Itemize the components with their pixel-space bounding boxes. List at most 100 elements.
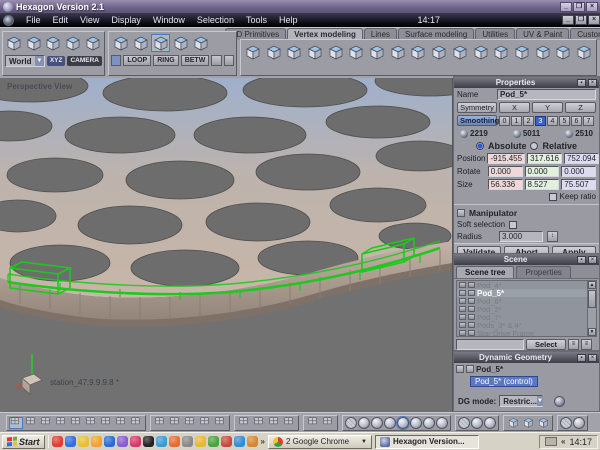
panel-collapse-icon[interactable]: ▪ — [577, 255, 586, 264]
pencil-icon[interactable] — [456, 365, 464, 373]
dg-sphere-icon[interactable] — [554, 395, 566, 407]
cube-tool-icon[interactable] — [264, 42, 284, 62]
scene-panel-header[interactable]: Scene ▪ × — [454, 254, 599, 265]
menu-display[interactable]: Display — [105, 15, 147, 25]
sphere-tool-icon[interactable] — [396, 415, 410, 430]
start-button[interactable]: Start — [2, 434, 45, 449]
smoothing-level-3[interactable]: 3 — [535, 115, 546, 126]
scroll-down-icon[interactable]: ▼ — [588, 328, 596, 336]
layout-tool-icon[interactable] — [54, 417, 68, 429]
sphere-tool-icon[interactable] — [560, 416, 572, 429]
visibility-icon[interactable] — [459, 314, 466, 320]
sphere-tool-icon[interactable] — [410, 416, 422, 429]
menu-edit[interactable]: Edit — [47, 15, 75, 25]
rotate-z-input[interactable]: 0.000 — [561, 166, 596, 177]
cube-tool-icon[interactable] — [151, 34, 170, 52]
sphere-tool-icon[interactable] — [573, 416, 585, 429]
quicklaunch-icon[interactable] — [181, 436, 193, 447]
hexagon-task-button[interactable]: Hexagon Version... — [374, 434, 479, 449]
layout-tool-icon[interactable] — [183, 417, 197, 429]
position-y-input[interactable]: 317.616 — [527, 153, 562, 164]
radius-stepper[interactable]: ↕ — [547, 231, 558, 242]
chevron-down-icon[interactable]: ▼ — [537, 396, 543, 406]
cube-tool-icon[interactable] — [429, 42, 449, 62]
quicklaunch-icon[interactable] — [246, 436, 258, 447]
cube-tool-icon[interactable] — [554, 42, 574, 62]
scroll-thumb[interactable] — [588, 290, 596, 308]
sphere-tool-icon[interactable] — [436, 416, 448, 429]
lock-icon[interactable] — [468, 314, 475, 320]
smoothing-level-1[interactable]: 1 — [511, 115, 522, 126]
cube-tool-icon[interactable] — [347, 42, 367, 62]
visibility-icon[interactable] — [459, 330, 466, 336]
symmetry-button[interactable]: Symmetry — [457, 102, 497, 113]
smoothing-level-7[interactable]: 7 — [583, 115, 594, 126]
chrome-task-button[interactable]: 2 Google Chrome ▼ — [267, 434, 372, 449]
cube-tool-icon[interactable] — [171, 34, 190, 52]
window-titlebar[interactable]: Hexagon Version 2.1 _ ❐ × — [0, 0, 600, 13]
quicklaunch-icon[interactable] — [233, 436, 245, 447]
layout-tool-icon[interactable] — [9, 416, 23, 429]
panel-close-icon[interactable]: × — [588, 353, 597, 362]
sphere-tool-icon[interactable] — [371, 416, 383, 429]
quicklaunch-icon[interactable] — [116, 436, 128, 447]
cube-tool-icon[interactable] — [5, 34, 24, 52]
quicklaunch-icon[interactable] — [103, 436, 115, 447]
cube-tool-icon[interactable] — [536, 417, 550, 429]
rotate-y-input[interactable]: 0.000 — [524, 166, 560, 177]
layout-tool-icon[interactable] — [198, 417, 212, 429]
rotate-x-input[interactable]: 0.000 — [487, 166, 523, 177]
quicklaunch-icon[interactable] — [194, 436, 206, 447]
smoothing-level-0[interactable]: 0 — [499, 115, 510, 126]
dg-root-item[interactable]: Pod_5* — [454, 363, 599, 375]
cube-tool-icon[interactable] — [243, 42, 263, 62]
doc-minimize-button[interactable]: _ — [561, 15, 574, 25]
symmetry-x-button[interactable]: X — [499, 102, 530, 113]
lock-icon[interactable] — [468, 282, 475, 288]
panel-collapse-icon[interactable]: ▪ — [577, 78, 586, 87]
visibility-icon[interactable] — [459, 282, 466, 288]
layout-tool-icon[interactable] — [24, 417, 38, 429]
minimize-button[interactable]: _ — [560, 1, 572, 12]
cube-tool-icon[interactable] — [305, 42, 325, 62]
smoothing-level-4[interactable]: 4 — [547, 115, 558, 126]
layout-tool-icon[interactable] — [237, 417, 251, 429]
symmetry-y-button[interactable]: Y — [532, 102, 563, 113]
scene-tree[interactable]: Pod_4* Pod_5* Pod_6* Pod_2* Pod_7* Pods_3* & … — [456, 280, 597, 337]
layout-tool-icon[interactable] — [39, 417, 53, 429]
menu-tools[interactable]: Tools — [240, 15, 273, 25]
panel-close-icon[interactable]: × — [588, 255, 597, 264]
cube-tool-icon[interactable] — [388, 42, 408, 62]
layout-tool-icon[interactable] — [99, 417, 113, 429]
absolute-radio[interactable] — [475, 142, 484, 150]
tray-expand-chevron[interactable]: « — [561, 437, 565, 446]
viewport-3d[interactable]: Perspective View station_47.9.9.9.8 * — [0, 78, 453, 412]
layout-tool-icon[interactable] — [306, 417, 320, 429]
smoothing-level-5[interactable]: 5 — [559, 115, 570, 126]
cube-tool-icon[interactable] — [25, 34, 44, 52]
xyz-toggle[interactable]: XYZ — [46, 56, 66, 66]
quicklaunch-icon[interactable] — [90, 436, 102, 447]
quicklaunch-icon[interactable] — [142, 436, 154, 447]
layout-tool-icon[interactable] — [252, 417, 266, 429]
radius-input[interactable]: 3.000 — [499, 231, 543, 242]
layout-tool-icon[interactable] — [321, 417, 335, 429]
smoothing-level-2[interactable]: 2 — [523, 115, 534, 126]
scene-tree-item[interactable]: Star Drive Frame — [457, 329, 596, 336]
select-button[interactable]: Select — [526, 339, 566, 350]
ring-button[interactable]: RING — [153, 55, 179, 66]
scene-filter-input[interactable] — [456, 339, 524, 350]
sphere-tool-icon[interactable] — [458, 416, 470, 429]
cube-tool-icon[interactable] — [512, 42, 532, 62]
doc-close-button[interactable]: × — [587, 15, 600, 25]
menu-window[interactable]: Window — [147, 15, 191, 25]
cube-tool-icon[interactable] — [574, 42, 594, 62]
sphere-tool-icon[interactable] — [358, 416, 370, 429]
layout-tool-icon[interactable] — [84, 417, 98, 429]
cube-tool-icon[interactable] — [64, 34, 83, 52]
position-x-input[interactable]: -915.455 — [487, 153, 526, 164]
cube-tool-icon[interactable] — [111, 34, 130, 52]
sphere-tool-icon[interactable] — [471, 416, 483, 429]
symmetry-z-button[interactable]: Z — [565, 102, 596, 113]
cube-tool-icon[interactable] — [533, 42, 553, 62]
